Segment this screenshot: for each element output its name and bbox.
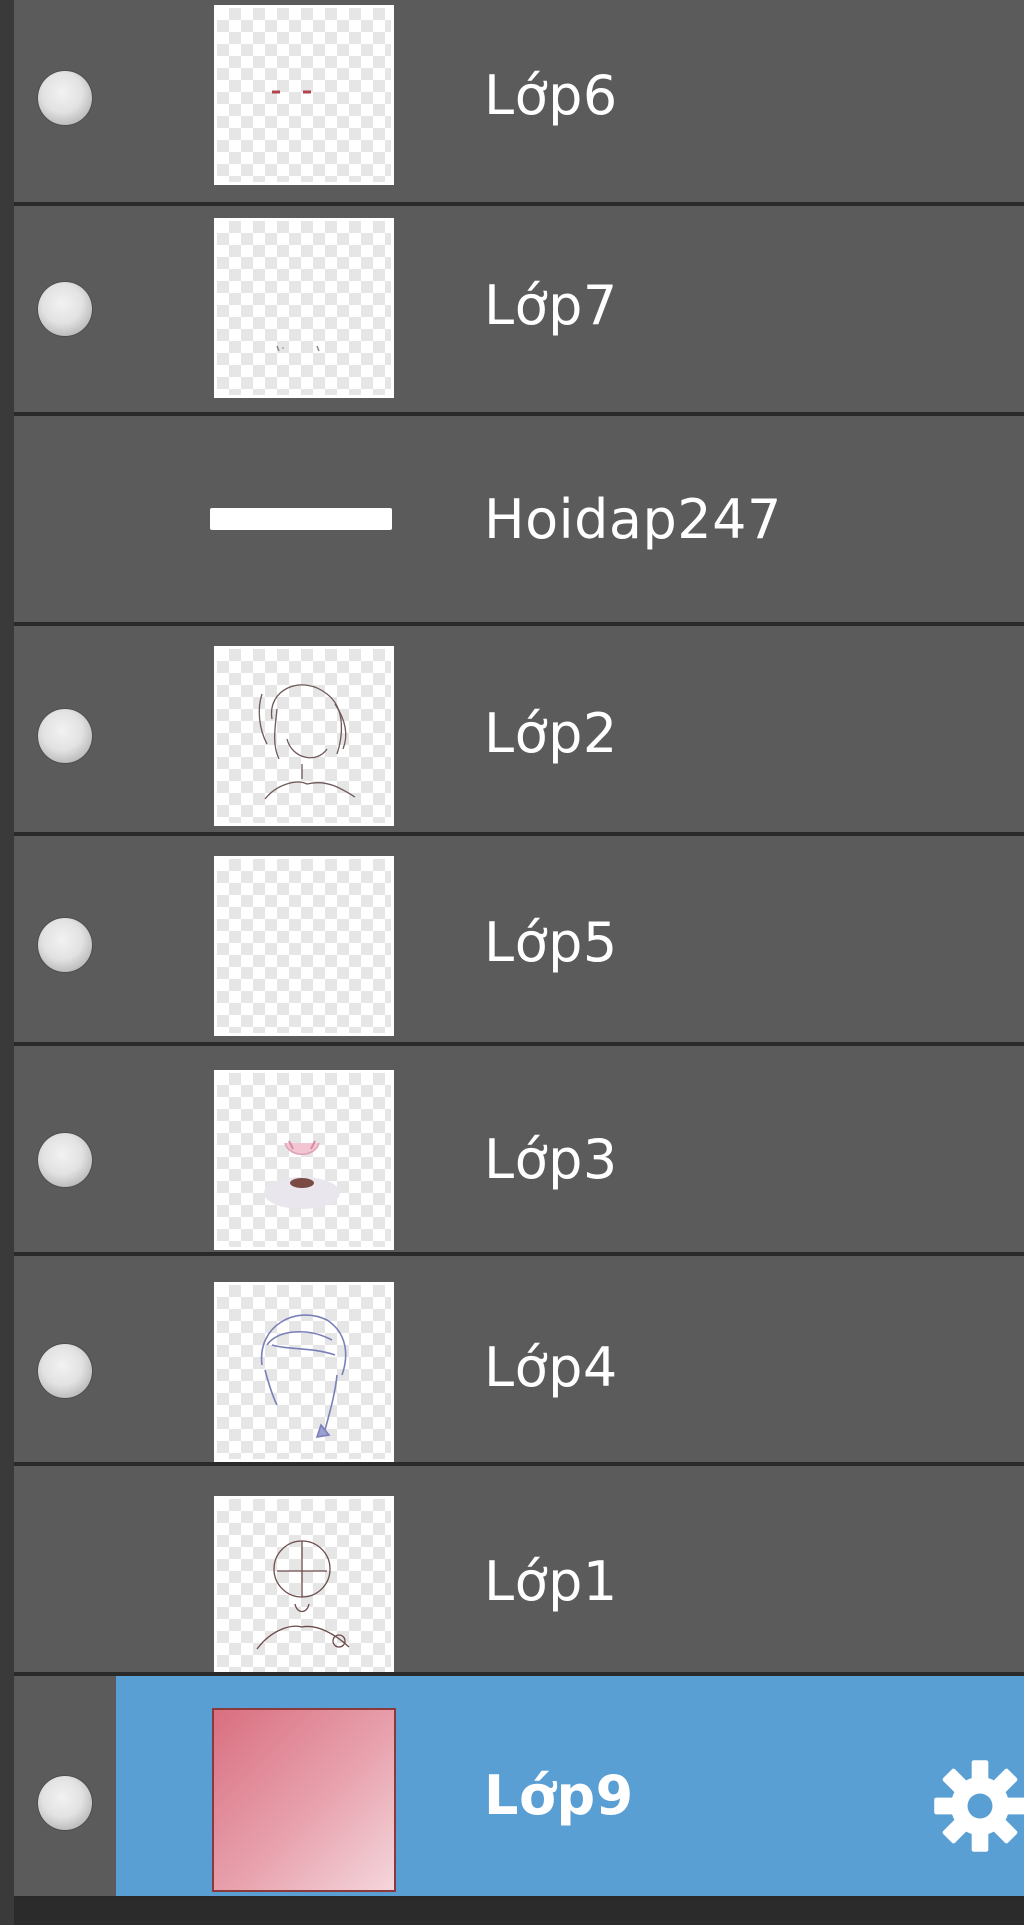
layer-row-hoidap247[interactable]: Hoidap247 bbox=[14, 416, 1024, 622]
layer-name: Lớp5 bbox=[484, 911, 618, 974]
layer-name: Lớp6 bbox=[484, 64, 618, 127]
layer-row-lop9[interactable]: Lớp9 bbox=[14, 1676, 1024, 1896]
visibility-dot-icon[interactable] bbox=[38, 282, 92, 336]
layer-thumbnail bbox=[214, 1496, 394, 1676]
layer-name: Lớp7 bbox=[484, 274, 618, 337]
layer-name: Lớp1 bbox=[484, 1550, 618, 1613]
layer-row-lop4[interactable]: Lớp4 bbox=[14, 1256, 1024, 1462]
layer-row-lop6[interactable]: Lớp6 bbox=[14, 0, 1024, 202]
layer-name: Lớp2 bbox=[484, 702, 618, 765]
thumbnail-drawing bbox=[256, 1540, 350, 1650]
gear-icon[interactable] bbox=[928, 1754, 1024, 1858]
layer-thumbnail bbox=[212, 1708, 396, 1892]
layer-thumbnail bbox=[214, 218, 394, 398]
visibility-dot-icon[interactable] bbox=[38, 1133, 92, 1187]
layers-panel: Lớp6 Lớp7 Hoidap247 Lớp2 Lớp5 Lớp3 Lớp4 … bbox=[0, 0, 1024, 1925]
thumbnail-drawing bbox=[264, 1140, 340, 1209]
layer-name: Lớp3 bbox=[484, 1128, 618, 1191]
layer-thumbnail bbox=[214, 5, 394, 185]
visibility-dot-icon[interactable] bbox=[38, 918, 92, 972]
layer-row-lop5[interactable]: Lớp5 bbox=[14, 836, 1024, 1042]
layer-thumbnail bbox=[214, 646, 394, 826]
layer-thumbnail bbox=[214, 1282, 394, 1462]
visibility-dot-icon[interactable] bbox=[38, 71, 92, 125]
thumbnail-drawing bbox=[260, 1314, 347, 1439]
layer-row-lop2[interactable]: Lớp2 bbox=[14, 626, 1024, 832]
thumbnail-drawing bbox=[258, 684, 356, 800]
layer-name: Lớp4 bbox=[484, 1336, 618, 1399]
visibility-dot-icon[interactable] bbox=[38, 1776, 92, 1830]
layer-row-lop1[interactable]: Lớp1 bbox=[14, 1466, 1024, 1676]
visibility-dot-icon[interactable] bbox=[38, 1344, 92, 1398]
visibility-dot-icon[interactable] bbox=[38, 709, 92, 763]
thumbnail-drawing bbox=[272, 90, 311, 94]
layer-name: Hoidap247 bbox=[484, 488, 782, 551]
layer-row-lop7[interactable]: Lớp7 bbox=[14, 206, 1024, 412]
row-separator bbox=[14, 1896, 1024, 1900]
layer-row-lop3[interactable]: Lớp3 bbox=[14, 1046, 1024, 1252]
thumbnail-drawing bbox=[276, 345, 320, 352]
layer-name: Lớp9 bbox=[484, 1764, 634, 1827]
panel-left-edge bbox=[0, 0, 14, 1925]
layer-thumbnail bbox=[214, 1070, 394, 1250]
text-layer-thumbnail bbox=[210, 508, 392, 530]
layer-thumbnail bbox=[214, 856, 394, 1036]
